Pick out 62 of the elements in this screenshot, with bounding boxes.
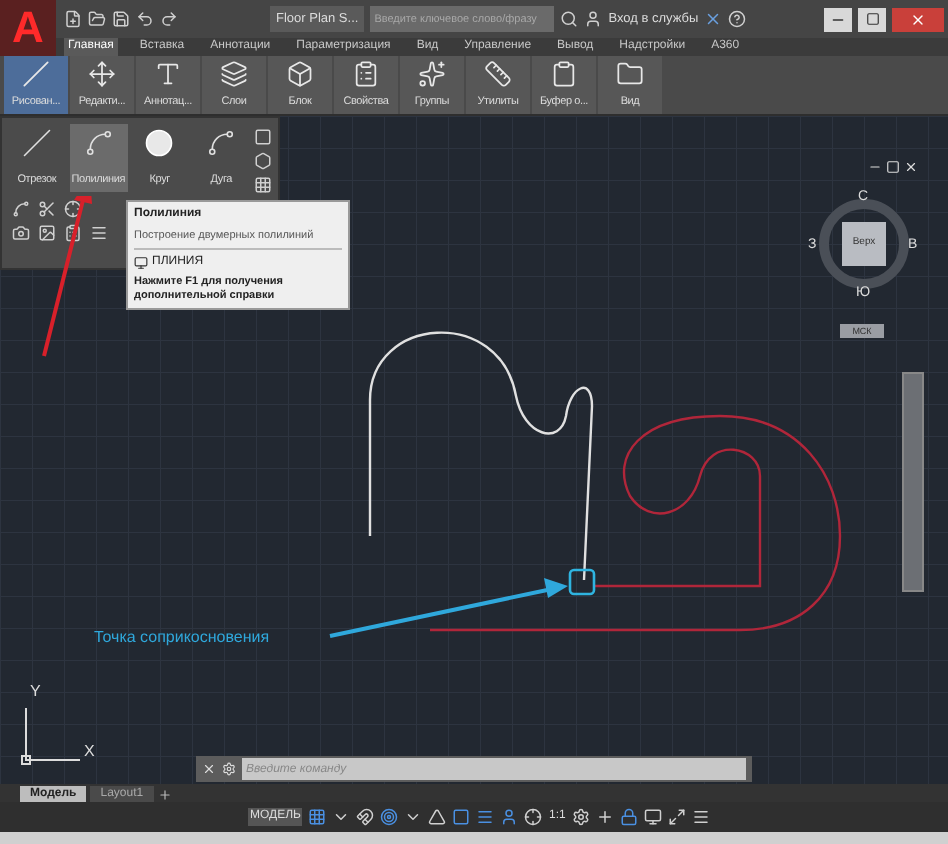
close-icon[interactable]	[202, 762, 216, 776]
monitor-icon[interactable]	[643, 808, 662, 826]
caret-icon[interactable]	[404, 808, 423, 826]
save-icon[interactable]	[112, 10, 130, 28]
polyline-icon	[83, 128, 114, 158]
sparkle-icon	[418, 60, 446, 88]
ruler-icon	[484, 60, 512, 88]
restore-icon[interactable]	[886, 160, 900, 174]
grid-icon[interactable]	[308, 808, 327, 826]
target-icon[interactable]	[380, 808, 399, 826]
move-icon	[88, 60, 116, 88]
circle-icon	[144, 128, 175, 158]
arc-icon	[206, 128, 237, 158]
callout-label: Точка соприкосновения	[94, 626, 270, 650]
new-file-icon[interactable]	[64, 10, 82, 28]
add-layout-icon[interactable]	[157, 788, 172, 802]
cube-icon	[286, 60, 314, 88]
crosshair-icon[interactable]	[524, 808, 543, 826]
lock-icon[interactable]	[619, 808, 638, 826]
undo-icon[interactable]	[136, 10, 154, 28]
folder-icon	[616, 60, 644, 88]
restore-icon	[865, 12, 879, 26]
rectangle-icon[interactable]	[254, 128, 272, 146]
help-icon[interactable]	[728, 10, 747, 28]
point-icon[interactable]	[64, 200, 82, 218]
text-icon	[154, 60, 182, 88]
minimize-icon[interactable]	[868, 160, 882, 174]
caret-icon[interactable]	[332, 808, 351, 826]
lines-icon[interactable]	[476, 808, 495, 826]
clipboard-icon	[550, 60, 578, 88]
lines-icon[interactable]	[90, 224, 108, 242]
camera-icon[interactable]	[12, 224, 30, 242]
magnet-icon[interactable]	[356, 808, 375, 826]
line-icon	[21, 128, 52, 158]
person-icon[interactable]	[500, 808, 519, 826]
redo-icon[interactable]	[160, 10, 178, 28]
clipboard-list-icon	[352, 60, 380, 88]
line-icon	[22, 60, 50, 88]
y-axis-label: Y	[30, 684, 41, 700]
menu-icon[interactable]	[691, 808, 710, 826]
command-icon	[134, 256, 148, 271]
maximize-icon[interactable]	[667, 808, 686, 826]
user-icon[interactable]	[584, 10, 603, 28]
app-logo[interactable]: A	[0, 0, 56, 56]
minimize-button[interactable]	[824, 7, 852, 31]
close-icon[interactable]	[904, 160, 918, 174]
close-button[interactable]	[892, 7, 944, 31]
hexagon-icon[interactable]	[254, 152, 272, 170]
contact-point-marker	[568, 568, 596, 596]
triangle-icon[interactable]	[428, 808, 447, 826]
spline-icon[interactable]	[12, 200, 30, 218]
gear-icon[interactable]	[571, 808, 590, 826]
layers-icon	[220, 60, 248, 88]
image-icon[interactable]	[38, 224, 56, 242]
close-icon	[910, 11, 926, 27]
square-icon[interactable]	[452, 808, 471, 826]
hatch-icon[interactable]	[254, 176, 272, 194]
restore-button[interactable]	[858, 7, 886, 31]
open-folder-icon[interactable]	[88, 10, 106, 28]
x-axis-label: X	[84, 744, 95, 760]
scissors-icon[interactable]	[38, 200, 56, 218]
plus-icon[interactable]	[595, 808, 614, 826]
